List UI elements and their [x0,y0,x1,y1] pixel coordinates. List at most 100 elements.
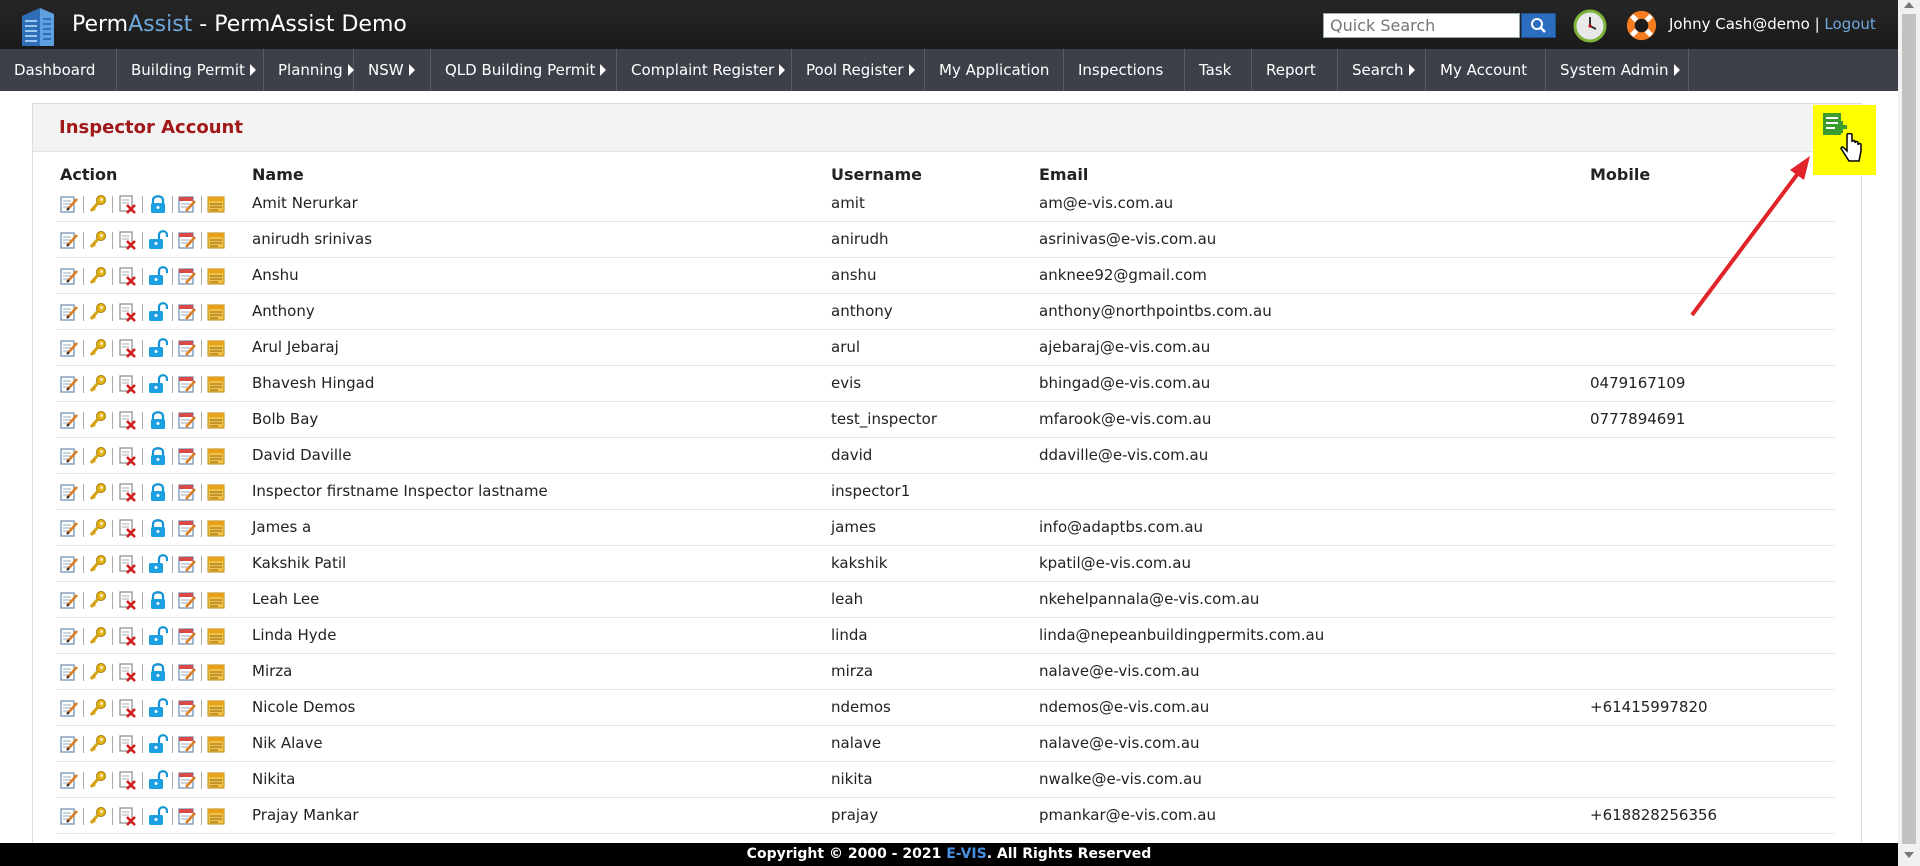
scroll-up-arrow[interactable] [1904,2,1914,8]
delete-icon[interactable] [118,590,138,610]
edit-calendar-icon[interactable] [177,770,197,790]
edit-icon[interactable] [59,338,79,358]
nav-item-building-permit[interactable]: Building Permit [117,49,264,91]
notes-icon[interactable] [206,554,226,574]
edit-icon[interactable] [59,302,79,322]
lock-icon[interactable] [148,590,168,610]
key-icon[interactable] [88,266,108,286]
key-icon[interactable] [88,338,108,358]
delete-icon[interactable] [118,446,138,466]
lock-icon[interactable] [148,518,168,538]
scroll-down-arrow[interactable] [1904,852,1914,858]
unlock-icon[interactable] [148,266,169,286]
unlock-icon[interactable] [148,770,169,790]
delete-icon[interactable] [118,518,138,538]
col-header-name[interactable]: Name [252,165,304,184]
edit-icon[interactable] [59,482,79,502]
delete-icon[interactable] [118,806,138,826]
key-icon[interactable] [88,626,108,646]
nav-item-nsw[interactable]: NSW [354,49,431,91]
key-icon[interactable] [88,302,108,322]
unlock-icon[interactable] [148,302,169,322]
key-icon[interactable] [88,410,108,430]
delete-icon[interactable] [118,266,138,286]
edit-icon[interactable] [59,194,79,214]
notes-icon[interactable] [206,374,226,394]
delete-icon[interactable] [118,626,138,646]
clock-icon[interactable] [1573,9,1607,43]
key-icon[interactable] [88,554,108,574]
delete-icon[interactable] [118,770,138,790]
nav-item-search[interactable]: Search [1338,49,1426,91]
notes-icon[interactable] [206,698,226,718]
notes-icon[interactable] [206,662,226,682]
edit-icon[interactable] [59,266,79,286]
edit-calendar-icon[interactable] [177,626,197,646]
nav-item-task[interactable]: Task [1185,49,1252,91]
key-icon[interactable] [88,194,108,214]
edit-icon[interactable] [59,446,79,466]
notes-icon[interactable] [206,482,226,502]
notes-icon[interactable] [206,734,226,754]
edit-calendar-icon[interactable] [177,554,197,574]
delete-icon[interactable] [118,662,138,682]
edit-icon[interactable] [59,230,79,250]
key-icon[interactable] [88,698,108,718]
key-icon[interactable] [88,770,108,790]
page-scrollbar[interactable] [1898,0,1920,866]
add-inspector-button[interactable] [1813,105,1876,175]
edit-icon[interactable] [59,806,79,826]
edit-calendar-icon[interactable] [177,698,197,718]
edit-calendar-icon[interactable] [177,590,197,610]
notes-icon[interactable] [206,230,226,250]
col-header-email[interactable]: Email [1039,165,1088,184]
notes-icon[interactable] [206,626,226,646]
quick-search-input[interactable] [1323,13,1520,38]
unlock-icon[interactable] [148,338,169,358]
edit-icon[interactable] [59,626,79,646]
delete-icon[interactable] [118,482,138,502]
nav-item-qld-building-permit[interactable]: QLD Building Permit [431,49,617,91]
key-icon[interactable] [88,662,108,682]
notes-icon[interactable] [206,770,226,790]
notes-icon[interactable] [206,806,226,826]
edit-calendar-icon[interactable] [177,734,197,754]
delete-icon[interactable] [118,194,138,214]
notes-icon[interactable] [206,266,226,286]
edit-icon[interactable] [59,518,79,538]
nav-item-report[interactable]: Report [1252,49,1338,91]
delete-icon[interactable] [118,230,138,250]
notes-icon[interactable] [206,590,226,610]
lock-icon[interactable] [148,446,168,466]
nav-item-pool-register[interactable]: Pool Register [792,49,925,91]
key-icon[interactable] [88,482,108,502]
nav-item-complaint-register[interactable]: Complaint Register [617,49,792,91]
edit-icon[interactable] [59,662,79,682]
nav-item-planning[interactable]: Planning [264,49,354,91]
edit-calendar-icon[interactable] [177,266,197,286]
edit-calendar-icon[interactable] [177,338,197,358]
edit-calendar-icon[interactable] [177,662,197,682]
nav-item-dashboard[interactable]: Dashboard [0,49,117,91]
col-header-username[interactable]: Username [831,165,922,184]
edit-icon[interactable] [59,410,79,430]
search-button[interactable] [1521,13,1556,38]
key-icon[interactable] [88,230,108,250]
delete-icon[interactable] [118,374,138,394]
notes-icon[interactable] [206,518,226,538]
edit-calendar-icon[interactable] [177,302,197,322]
edit-calendar-icon[interactable] [177,410,197,430]
edit-icon[interactable] [59,590,79,610]
key-icon[interactable] [88,734,108,754]
delete-icon[interactable] [118,734,138,754]
notes-icon[interactable] [206,194,226,214]
notes-icon[interactable] [206,446,226,466]
delete-icon[interactable] [118,554,138,574]
nav-item-my-account[interactable]: My Account [1426,49,1546,91]
delete-icon[interactable] [118,410,138,430]
unlock-icon[interactable] [148,734,169,754]
delete-icon[interactable] [118,302,138,322]
unlock-icon[interactable] [148,230,169,250]
edit-icon[interactable] [59,554,79,574]
lifebuoy-icon[interactable] [1624,8,1659,43]
